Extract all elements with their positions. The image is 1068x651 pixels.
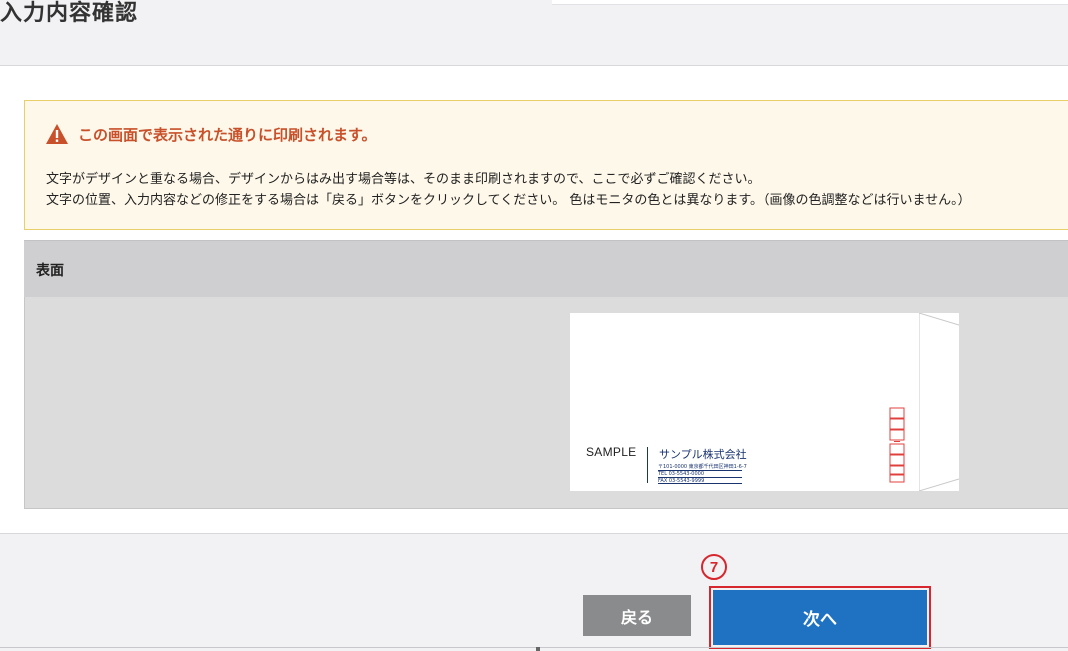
bottom-divider: [0, 647, 1068, 648]
envelope-flap: [919, 313, 959, 491]
print-notice: この画面で表示された通りに印刷されます。 文字がデザインと重なる場合、デザインか…: [24, 100, 1068, 230]
resize-handle: [536, 647, 540, 651]
envelope-preview: SAMPLE サンプル株式会社 〒101-0000 東京都千代田区神田1-6-7…: [570, 313, 959, 491]
step-marker-badge: 7: [701, 554, 727, 580]
warning-icon: [46, 124, 68, 144]
envelope-divider: [647, 447, 648, 483]
envelope-sample-text: SAMPLE: [586, 445, 637, 459]
envelope-company-name: サンプル株式会社: [659, 448, 747, 461]
envelope-address: 〒101-0000 東京都千代田区神田1-6-7: [658, 464, 747, 470]
envelope-rule: [658, 483, 742, 484]
front-side-label: 表面: [36, 263, 64, 279]
header-strip: [552, 0, 1068, 5]
next-button[interactable]: 次へ: [713, 590, 927, 645]
preview-panel-header: 表面: [24, 240, 1068, 297]
header-band: [0, 0, 1068, 66]
back-button[interactable]: 戻る: [583, 595, 691, 636]
notice-title: この画面で表示された通りに印刷されます。: [78, 125, 377, 144]
postal-code-boxes: [889, 407, 905, 483]
notice-text-line-1: 文字がデザインと重なる場合、デザインからはみ出す場合等は、そのまま印刷されますの…: [46, 172, 761, 187]
page-title: 入力内容確認: [0, 1, 139, 26]
notice-text-line-2: 文字の位置、入力内容などの修正をする場合は「戻る」ボタンをクリックしてください。…: [46, 193, 971, 208]
notice-header: この画面で表示された通りに印刷されます。: [45, 123, 377, 145]
